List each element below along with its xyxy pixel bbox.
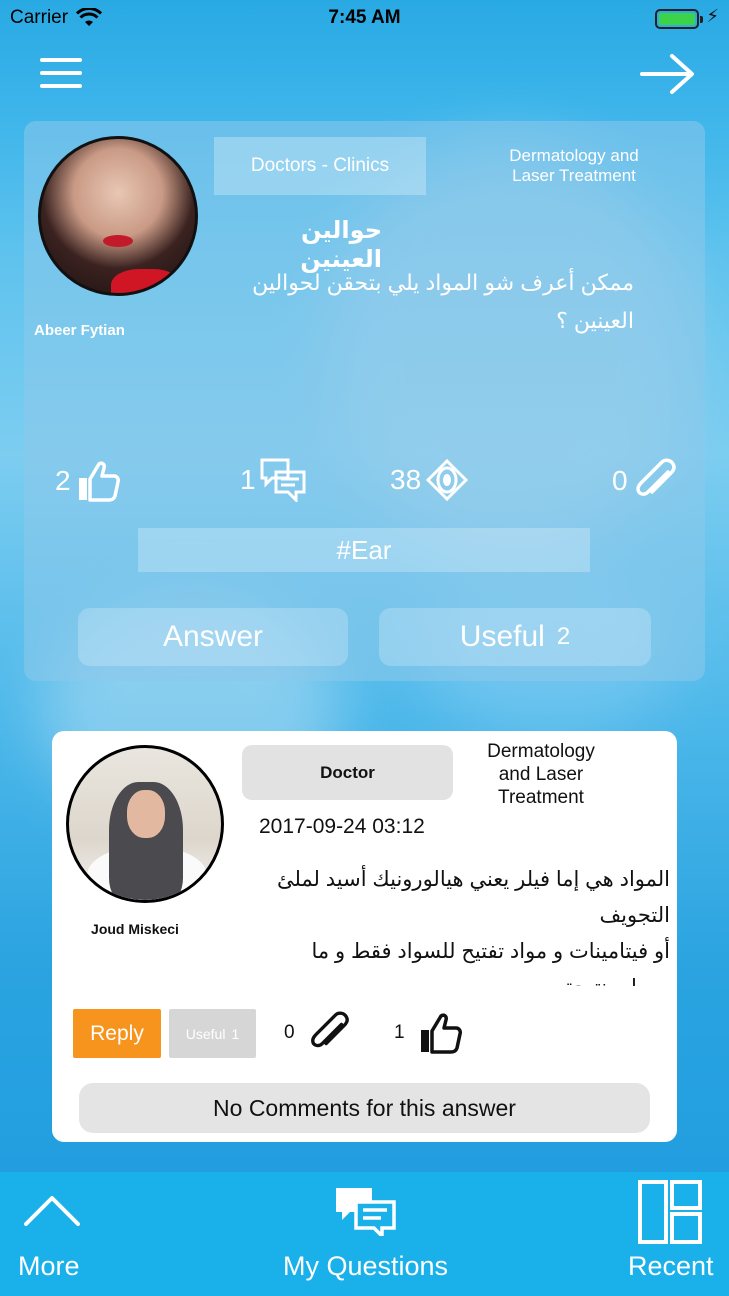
menu-icon[interactable]: [40, 58, 82, 90]
battery-icon: [655, 9, 703, 29]
answer-like-count: 1: [394, 1022, 405, 1043]
comment-count: 1: [240, 464, 256, 495]
chat-bubbles-icon: [336, 1188, 396, 1236]
answer-useful-label: Useful: [185, 1025, 226, 1042]
question-author[interactable]: Abeer Fytian: [34, 322, 125, 339]
status-bar: Carrier 7:45 AM ⚡: [0, 0, 729, 36]
answer-like-stat[interactable]: 1: [394, 1010, 463, 1056]
thumbs-up-icon: [78, 461, 120, 502]
answer-role-badge: Doctor: [242, 745, 453, 800]
tab-recent[interactable]: Recent: [620, 1172, 729, 1296]
answer-attachments-stat[interactable]: 0: [284, 1010, 351, 1056]
charging-icon: ⚡: [706, 6, 719, 26]
paperclip-icon: [310, 1011, 349, 1048]
avatar[interactable]: [66, 745, 224, 903]
tab-more[interactable]: More: [0, 1172, 110, 1296]
views-stat: 38: [390, 458, 469, 502]
paperclip-icon: [635, 458, 676, 496]
question-speciality: Dermatology and Laser Treatment: [509, 146, 639, 185]
views-count: 38: [390, 464, 422, 495]
attachments-stat[interactable]: 0: [612, 458, 678, 504]
like-stat[interactable]: 2: [55, 458, 121, 504]
like-count: 2: [55, 465, 71, 496]
tab-recent-label: Recent: [628, 1251, 714, 1281]
tab-my-questions[interactable]: My Questions: [270, 1172, 460, 1296]
chat-bubbles-icon: [260, 458, 306, 502]
answer-date: 2017-09-24 03:12: [259, 815, 425, 838]
question-tag[interactable]: #Ear: [138, 528, 590, 572]
useful-button-label: Useful: [459, 620, 545, 653]
reply-button[interactable]: Reply: [73, 1009, 161, 1058]
answer-button-label: Answer: [162, 620, 264, 653]
comments-status-button[interactable]: No Comments for this answer: [79, 1083, 650, 1133]
avatar[interactable]: [38, 136, 198, 296]
answer-useful-button[interactable]: Useful 1: [169, 1009, 256, 1058]
layout-grid-icon: [638, 1180, 702, 1244]
comment-stat[interactable]: 1: [240, 458, 306, 502]
question-category: Doctors - Clinics: [214, 137, 426, 195]
answer-attachments-count: 0: [284, 1022, 295, 1043]
tab-bar: More My Questions Recent: [0, 1172, 729, 1296]
clock: 7:45 AM: [328, 7, 401, 28]
eye-icon: [426, 458, 469, 502]
chevron-up-icon: [24, 1196, 80, 1226]
useful-count: 2: [556, 623, 571, 650]
answer-useful-count: 1: [231, 1025, 240, 1042]
thumbs-up-icon: [420, 1013, 462, 1054]
answer-body: المواد هي إما فيلر يعني هيالورونيك أسيد …: [276, 868, 670, 986]
answer-button[interactable]: Answer: [78, 608, 348, 666]
useful-button[interactable]: Useful 2: [379, 608, 651, 666]
tab-my-questions-label: My Questions: [283, 1251, 449, 1281]
answer-speciality: Dermatology and Laser Treatment: [487, 741, 595, 808]
question-body: ممكن أعرف شو المواد يلي بتحقن لحوالين ال…: [252, 270, 634, 333]
forward-arrow-icon[interactable]: [640, 52, 696, 96]
answer-author[interactable]: Joud Miskeci: [60, 921, 210, 937]
attachments-count: 0: [612, 465, 628, 496]
tab-more-label: More: [18, 1251, 80, 1281]
